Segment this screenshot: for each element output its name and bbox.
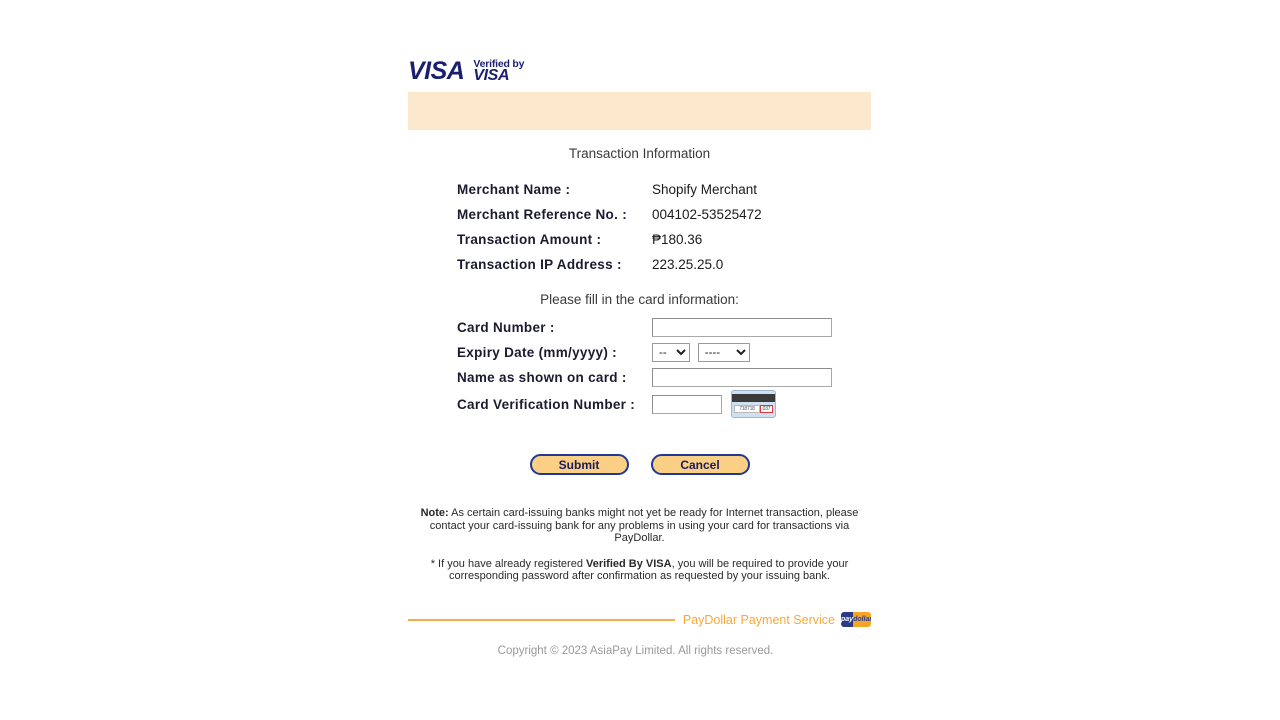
footer-divider — [408, 618, 675, 621]
cardholder-name-input[interactable] — [652, 368, 832, 387]
card-verification-hint-icon: 718718 037 — [731, 390, 776, 418]
merchant-name-label: Merchant Name : — [457, 182, 571, 197]
table-row: Transaction IP Address : 223.25.25.0 — [457, 252, 762, 277]
transaction-information-title: Transaction Information — [568, 146, 711, 161]
cancel-button[interactable]: Cancel — [650, 454, 750, 475]
expiry-month-select[interactable]: --010203040506070809101112 — [652, 343, 690, 362]
transaction-amount-value: ₱180.36 — [652, 232, 703, 247]
card-number-label: Card Number : — [457, 320, 555, 335]
note-body: As certain card-issuing banks might not … — [429, 507, 859, 545]
payment-page: VISA Verified by VISA Transaction Inform… — [0, 0, 1280, 720]
expiry-date-row: Expiry Date (mm/yyyy) : --01020304050607… — [457, 340, 832, 365]
transaction-ip-label: Transaction IP Address : — [457, 257, 622, 272]
verified-by-visa-line2: VISA — [473, 67, 510, 84]
expiry-date-label: Expiry Date (mm/yyyy) : — [457, 345, 617, 360]
copyright-text: Copyright © 2023 AsiaPay Limited. All ri… — [497, 644, 774, 657]
table-row: Merchant Name : Shopify Merchant — [457, 177, 762, 202]
brand-header: VISA Verified by VISA — [408, 0, 871, 92]
cvn-label: Card Verification Number : — [457, 396, 636, 412]
signature-panel-digits: 718718 — [734, 405, 760, 413]
magnetic-stripe — [732, 394, 775, 402]
table-row: Merchant Reference No. : 004102-53525472 — [457, 202, 762, 227]
banner-strip — [408, 92, 871, 130]
cvn-row: Card Verification Number : 718718 037 — [457, 390, 832, 418]
form-actions: Submit Cancel — [408, 454, 871, 475]
verified-by-visa-logo: Verified by VISA — [473, 58, 524, 85]
merchant-name-value: Shopify Merchant — [652, 182, 758, 197]
cardholder-name-label: Name as shown on card : — [457, 370, 627, 385]
verified-by-visa-note: * If you have already registered Verifie… — [408, 558, 871, 583]
transaction-info-table: Merchant Name : Shopify Merchant Merchan… — [457, 177, 762, 277]
vbv-note-prefix: * If you have already registered — [430, 557, 586, 570]
cardholder-name-row: Name as shown on card : — [457, 365, 832, 390]
cvn-input[interactable] — [652, 394, 722, 414]
merchant-reference-label: Merchant Reference No. : — [457, 207, 627, 222]
table-row: Transaction Amount : ₱180.36 — [457, 227, 762, 252]
card-number-row: Card Number : — [457, 315, 832, 340]
footer-bar: PayDollar Payment Service pay dollar — [408, 611, 871, 629]
paydollar-service-text: PayDollar Payment Service — [682, 612, 835, 627]
paydollar-logo-left: pay — [841, 612, 854, 628]
cvv-highlight-digits: 037 — [760, 405, 773, 413]
content-column: VISA Verified by VISA Transaction Inform… — [408, 0, 871, 657]
merchant-reference-value: 004102-53525472 — [652, 207, 762, 222]
visa-logo: VISA — [408, 57, 465, 85]
card-information-instruction: Please fill in the card information: — [540, 292, 739, 307]
notes-section: Note: As certain card-issuing banks migh… — [408, 507, 871, 583]
bank-readiness-note: Note: As certain card-issuing banks migh… — [408, 507, 871, 545]
paydollar-logo-icon: pay dollar — [841, 612, 871, 628]
transaction-ip-value: 223.25.25.0 — [652, 257, 724, 272]
expiry-year-select[interactable]: ----202320242025202620272028202920302031… — [697, 343, 750, 362]
card-number-input[interactable] — [652, 318, 832, 337]
paydollar-logo-right: dollar — [853, 612, 871, 628]
transaction-amount-label: Transaction Amount : — [457, 232, 602, 247]
cvn-field-group: 718718 037 — [652, 390, 832, 418]
vbv-note-bold: Verified By VISA — [586, 557, 672, 570]
card-form: Card Number : Expiry Date (mm/yyyy) : --… — [457, 315, 832, 418]
submit-button[interactable]: Submit — [529, 454, 629, 475]
note-prefix: Note: — [420, 507, 449, 519]
